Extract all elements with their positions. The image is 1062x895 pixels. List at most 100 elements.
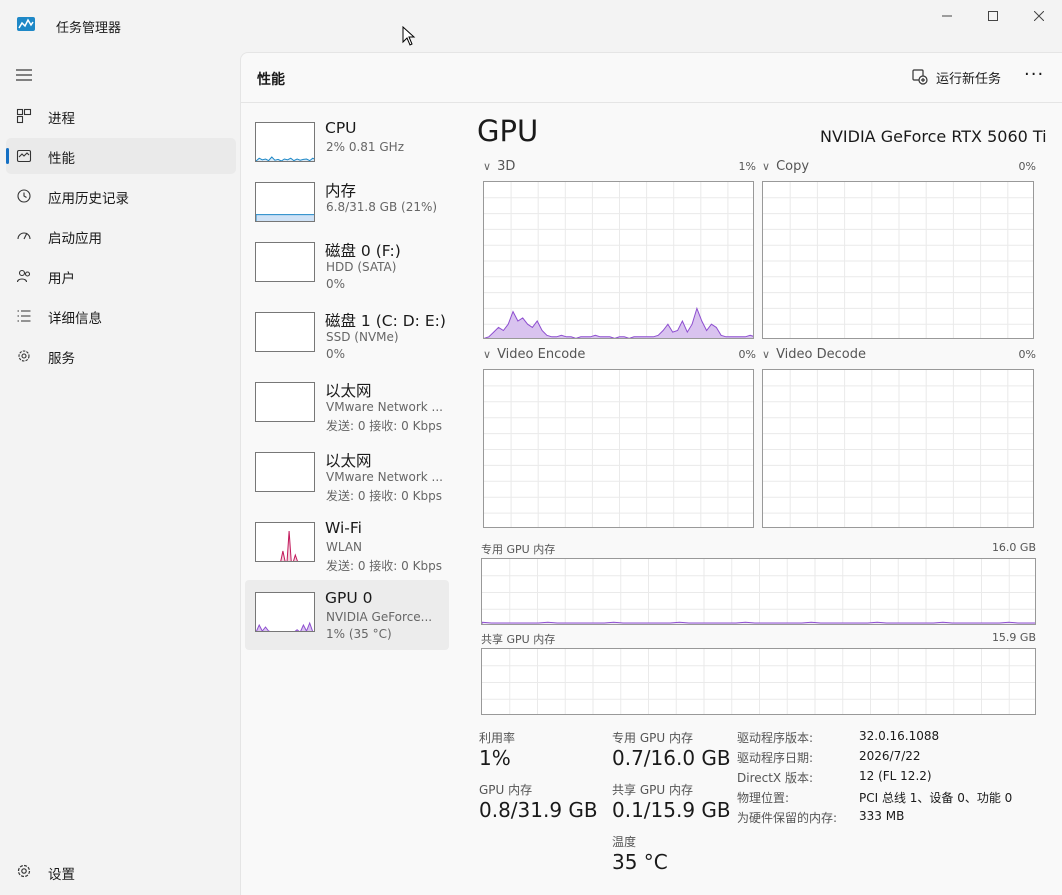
nav-item-startup-apps[interactable]: 启动应用 bbox=[6, 218, 236, 254]
engine-copy-graph bbox=[762, 181, 1034, 339]
device-subtitle: HDD (SATA) bbox=[326, 260, 397, 274]
device-thumbnail-graph bbox=[255, 452, 315, 492]
device-thumbnail-graph bbox=[255, 122, 315, 162]
gpu-mem-value: 0.8/31.9 GB bbox=[479, 798, 598, 822]
chevron-down-icon: ∨ bbox=[762, 348, 771, 361]
run-task-label: 运行新任务 bbox=[936, 71, 1002, 87]
info-key: 驱动程序版本: bbox=[737, 731, 814, 745]
chevron-down-icon: ∨ bbox=[762, 160, 771, 173]
services-icon bbox=[18, 350, 30, 362]
device-status: 发送: 0 接收: 0 Kbps bbox=[326, 559, 442, 573]
shared-mem-label: 共享 GPU 内存 bbox=[481, 633, 556, 646]
engine-video-encode-graph bbox=[483, 369, 754, 528]
nav-item-processes[interactable]: 进程 bbox=[6, 98, 236, 134]
info-key: 为硬件保留的内存: bbox=[737, 811, 838, 825]
device-subtitle: 2% 0.81 GHz bbox=[326, 140, 405, 154]
device-item[interactable]: 以太网 VMware Network ... 发送: 0 接收: 0 Kbps bbox=[245, 440, 449, 510]
dedicated-mem-stat-label: 专用 GPU 内存 bbox=[612, 731, 693, 745]
engine-video-decode-dropdown[interactable]: ∨ Video Decode bbox=[762, 347, 866, 362]
chevron-down-icon: ∨ bbox=[483, 348, 492, 361]
minimize-button[interactable] bbox=[924, 0, 970, 32]
shared-mem-stat-label: 共享 GPU 内存 bbox=[612, 783, 693, 797]
gpu-mem-label: GPU 内存 bbox=[479, 783, 533, 797]
device-item[interactable]: GPU 0 NVIDIA GeForce... 1% (35 °C) bbox=[245, 580, 449, 650]
nav-item-settings[interactable]: 设置 bbox=[6, 853, 236, 889]
close-button[interactable] bbox=[1016, 0, 1062, 32]
device-thumbnail-graph bbox=[255, 592, 315, 632]
processes-icon bbox=[16, 108, 32, 124]
dedicated-mem-capacity: 16.0 GB bbox=[991, 541, 1036, 554]
nav-item-label: 启动应用 bbox=[48, 231, 102, 247]
engine-percent: 1% bbox=[738, 160, 756, 173]
performance-icon bbox=[16, 149, 32, 163]
device-item[interactable]: 以太网 VMware Network ... 发送: 0 接收: 0 Kbps bbox=[245, 370, 449, 440]
window-title: 任务管理器 bbox=[56, 21, 122, 36]
device-item[interactable]: Wi-Fi WLAN 发送: 0 接收: 0 Kbps bbox=[245, 510, 449, 580]
active-indicator bbox=[6, 148, 9, 164]
chevron-down-icon: ∨ bbox=[483, 160, 492, 173]
device-name: GPU 0 bbox=[325, 589, 373, 607]
nav-item-users[interactable]: 用户 bbox=[6, 258, 236, 294]
device-name: 内存 bbox=[325, 182, 357, 200]
dedicated-mem-label: 专用 GPU 内存 bbox=[481, 543, 556, 556]
device-name: Wi-Fi bbox=[325, 519, 362, 537]
engine-percent: 0% bbox=[1018, 348, 1036, 361]
engine-3d-dropdown[interactable]: ∨ 3D bbox=[483, 159, 515, 174]
nav-item-performance[interactable]: 性能 bbox=[6, 138, 236, 174]
info-key: 物理位置: bbox=[737, 791, 790, 805]
device-status: 0% bbox=[326, 277, 346, 291]
minimize-icon bbox=[942, 15, 952, 17]
maximize-button[interactable] bbox=[970, 0, 1016, 32]
engine-video-decode-graph bbox=[762, 369, 1034, 528]
info-key: DirectX 版本: bbox=[737, 771, 814, 785]
engine-label: Video Encode bbox=[497, 347, 586, 362]
nav-item-label: 设置 bbox=[48, 867, 75, 883]
maximize-icon bbox=[988, 11, 998, 21]
nav-item-label: 应用历史记录 bbox=[48, 191, 129, 207]
run-new-task-button[interactable]: 运行新任务 bbox=[912, 66, 1001, 88]
device-thumbnail-graph bbox=[255, 312, 315, 352]
thumbnail-usage-area bbox=[256, 621, 314, 631]
more-options-icon[interactable]: ··· bbox=[1024, 64, 1044, 85]
nav-item-app-history[interactable]: 应用历史记录 bbox=[6, 178, 236, 214]
info-value: 12 (FL 12.2) bbox=[859, 769, 932, 783]
hamburger-menu-icon[interactable] bbox=[16, 68, 32, 82]
gear-icon bbox=[17, 864, 31, 878]
device-subtitle: VMware Network ... bbox=[326, 400, 443, 414]
temperature-value: 35 °C bbox=[612, 850, 668, 874]
device-status: 发送: 0 接收: 0 Kbps bbox=[326, 489, 442, 503]
nav-item-label: 服务 bbox=[48, 351, 75, 367]
device-name: CPU bbox=[325, 119, 357, 137]
engine-3d-graph bbox=[483, 181, 754, 339]
mouse-cursor-icon bbox=[402, 26, 416, 46]
device-name: 以太网 bbox=[325, 382, 372, 400]
utilization-value: 1% bbox=[479, 746, 511, 770]
dedicated-mem-usage-area bbox=[482, 621, 1035, 624]
engine-copy-dropdown[interactable]: ∨ Copy bbox=[762, 159, 809, 174]
task-manager-app-icon bbox=[17, 17, 35, 31]
thumbnail-usage-area bbox=[256, 214, 314, 221]
dedicated-mem-stat-value: 0.7/16.0 GB bbox=[612, 746, 731, 770]
device-item[interactable]: 磁盘 1 (C: D: E:) SSD (NVMe) 0% bbox=[245, 300, 449, 370]
device-status: 发送: 0 接收: 0 Kbps bbox=[326, 419, 442, 433]
users-icon bbox=[16, 269, 31, 283]
app-history-icon bbox=[17, 189, 31, 203]
run-task-icon bbox=[912, 69, 928, 85]
device-thumbnail-graph bbox=[255, 382, 315, 422]
gpu-model-name: NVIDIA GeForce RTX 5060 Ti bbox=[820, 127, 1047, 146]
nav-item-services[interactable]: 服务 bbox=[6, 338, 236, 374]
thumbnail-usage-area bbox=[256, 156, 314, 161]
engine-video-encode-dropdown[interactable]: ∨ Video Encode bbox=[483, 347, 585, 362]
temperature-label: 温度 bbox=[612, 835, 637, 849]
device-status: 1% (35 °C) bbox=[326, 627, 392, 641]
device-item[interactable]: 磁盘 0 (F:) HDD (SATA) 0% bbox=[245, 230, 449, 300]
shared-mem-stat-value: 0.1/15.9 GB bbox=[612, 798, 731, 822]
device-subtitle: 6.8/31.8 GB (21%) bbox=[326, 200, 438, 214]
device-name: 磁盘 0 (F:) bbox=[325, 242, 401, 260]
device-name: 以太网 bbox=[325, 452, 372, 470]
nav-item-details[interactable]: 详细信息 bbox=[6, 298, 236, 334]
close-icon bbox=[1034, 11, 1044, 21]
info-value: PCI 总线 1、设备 0、功能 0 bbox=[859, 791, 1013, 805]
device-subtitle: NVIDIA GeForce... bbox=[326, 610, 433, 624]
nav-item-label: 性能 bbox=[48, 151, 75, 167]
